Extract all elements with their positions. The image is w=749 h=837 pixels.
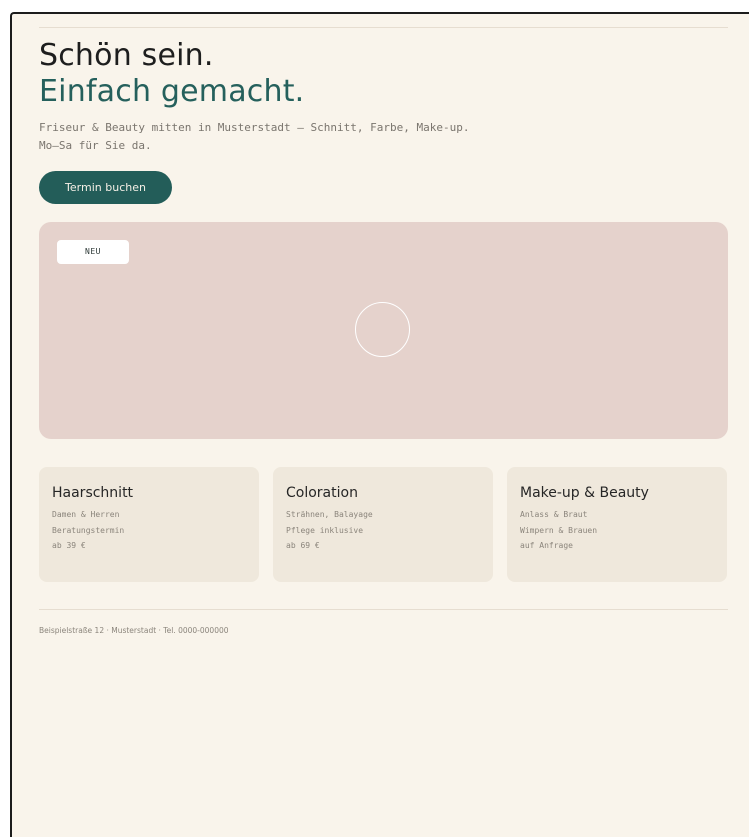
service-detail: Beratungstermin — [52, 526, 125, 535]
footer-divider — [39, 609, 728, 610]
top-divider — [39, 27, 728, 28]
service-price: ab 69 € — [286, 541, 320, 550]
service-detail: Anlass & Braut — [520, 510, 588, 519]
service-card-haarschnitt[interactable]: Haarschnitt Damen & Herren Beratungsterm… — [39, 467, 259, 582]
hero-media: NEU — [39, 222, 728, 439]
page-frame: Schön sein. Einfach gemacht. Friseur & B… — [10, 12, 749, 837]
new-badge: NEU — [57, 240, 129, 264]
service-card-makeup[interactable]: Make-up & Beauty Anlass & Braut Wimpern … — [507, 467, 727, 582]
footer-address: Beispielstraße 12 · Musterstadt · Tel. 0… — [39, 626, 229, 635]
hero-subtitle-line: Friseur & Beauty mitten in Musterstadt —… — [39, 121, 470, 134]
service-detail: Damen & Herren — [52, 510, 120, 519]
service-detail: Pflege inklusive — [286, 526, 364, 535]
service-detail: Strähnen, Balayage — [286, 510, 373, 519]
service-title: Make-up & Beauty — [520, 485, 649, 501]
service-title: Haarschnitt — [52, 485, 134, 501]
service-price: ab 39 € — [52, 541, 86, 550]
hero-hours-line: Mo–Sa für Sie da. — [39, 139, 152, 152]
hero-subtitle: Friseur & Beauty mitten in Musterstadt —… — [39, 119, 469, 155]
hero-title: Schön sein. — [39, 38, 214, 73]
service-card-coloration[interactable]: Coloration Strähnen, Balayage Pflege ink… — [273, 467, 493, 582]
service-title: Coloration — [286, 485, 358, 501]
hero-title-accent: Einfach gemacht. — [39, 74, 305, 109]
service-detail: Wimpern & Brauen — [520, 526, 598, 535]
book-appointment-button[interactable]: Termin buchen — [39, 171, 172, 204]
service-price: auf Anfrage — [520, 541, 573, 550]
play-circle-icon[interactable] — [355, 302, 410, 357]
